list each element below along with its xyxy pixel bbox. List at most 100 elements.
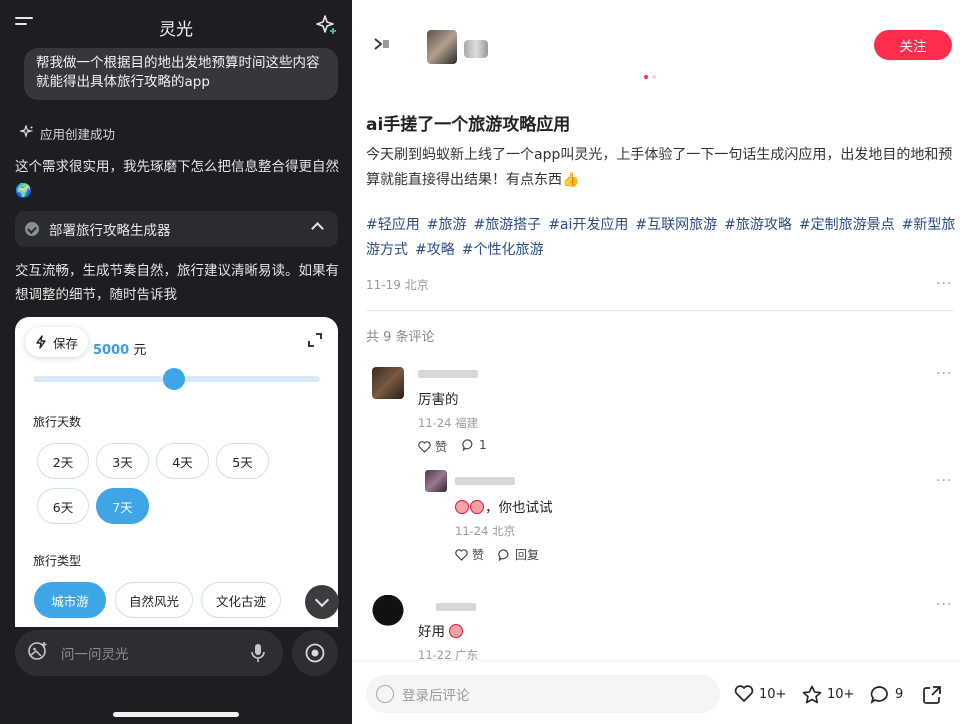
reply-label: 回复 (515, 548, 540, 562)
magic-image-icon[interactable] (27, 640, 49, 666)
deploy-step-card[interactable]: 部署旅行攻略生成器 (15, 211, 338, 247)
tag-link[interactable]: #旅游搭子 (473, 217, 541, 233)
comment-avatar[interactable] (372, 367, 404, 399)
reply-author-blurred[interactable] (455, 477, 515, 485)
budget-amount: 5000 (93, 343, 130, 358)
comment-reply-button[interactable]: 1 (462, 438, 487, 452)
comment-more-icon[interactable]: ··· (936, 366, 952, 382)
day-chip-5[interactable]: 5天 (216, 443, 269, 479)
post-title: ai手搓了一个旅游攻略应用 (366, 115, 571, 135)
save-label: 保存 (53, 335, 79, 351)
like-label: 赞 (435, 440, 448, 454)
budget-unit: 元 (129, 343, 147, 358)
microphone-icon[interactable] (251, 642, 265, 664)
reply-more-icon[interactable]: ··· (936, 473, 952, 489)
share-icon (923, 686, 941, 704)
creation-status: 应用创建成功 (18, 124, 116, 143)
post-more-icon[interactable]: ··· (936, 276, 952, 292)
comment-text: 厉害的 (418, 392, 459, 408)
tag-link[interactable]: #旅游 (427, 217, 467, 233)
creation-status-text: 应用创建成功 (40, 127, 116, 142)
like-count: 10+ (759, 686, 787, 702)
budget-value: 5000 元 (93, 339, 146, 358)
reply-count: 1 (479, 438, 487, 452)
comment-author-blurred[interactable] (418, 370, 478, 378)
lingguang-app-panel: 灵光 帮我做一个根据目的地出发地预算时间这些内容就能得出具体旅行攻略的app 应… (0, 0, 352, 724)
comments-button[interactable]: 9 (870, 685, 903, 704)
divider (366, 310, 954, 311)
lightning-icon (36, 335, 46, 349)
days-section-label: 旅行天数 (33, 415, 82, 429)
type-chip-nature[interactable]: 自然风光 (115, 582, 193, 618)
reply-reply-button[interactable]: 回复 (498, 546, 539, 563)
user-icon (376, 685, 394, 703)
ask-input-placeholder: 问一问灵光 (61, 647, 129, 663)
reply-like-button[interactable]: 赞 (455, 546, 484, 563)
tag-link[interactable]: #轻应用 (366, 217, 420, 233)
carousel-dot-active (644, 75, 648, 79)
comment-meta: 11-24 福建 (418, 416, 479, 430)
post-tags: #轻应用 #旅游 #旅游搭子 #ai开发应用 #互联网旅游 #旅游攻略 #定制旅游景点 #新型… (366, 213, 958, 263)
emoji-icon (449, 624, 464, 638)
comment-bubble-icon (870, 686, 888, 704)
tag-link[interactable]: #互联网旅游 (635, 217, 717, 233)
comment-text-content: 好用 (418, 624, 445, 640)
chevron-up-icon[interactable] (311, 222, 324, 235)
home-indicator (113, 712, 239, 717)
tag-link[interactable]: #旅游攻略 (724, 217, 792, 233)
comment-avatar[interactable] (372, 595, 404, 633)
day-chip-2[interactable]: 2天 (37, 443, 89, 479)
tag-link[interactable]: #攻略 (415, 242, 455, 258)
comment-text: 好用 (418, 620, 464, 640)
emoji-icon (470, 500, 484, 514)
author-name-blurred[interactable] (464, 40, 488, 58)
ask-input-bar[interactable]: 问一问灵光 (15, 630, 283, 676)
comment-author-blurred[interactable] (436, 603, 476, 611)
app-title: 灵光 (159, 20, 193, 40)
preview-eye-button[interactable] (292, 630, 338, 676)
like-post-button[interactable]: 10+ (734, 685, 786, 703)
post-date-location: 11-19 北京 (366, 278, 429, 292)
comment-bubble-icon (462, 439, 473, 451)
author-avatar[interactable] (427, 30, 457, 64)
tag-link[interactable]: #ai开发应用 (548, 217, 628, 233)
reply-meta: 11-24 北京 (455, 524, 516, 538)
star-post-button[interactable]: 10+ (802, 685, 854, 704)
top-bar: 灵光 (0, 0, 352, 50)
comment-count: 共 9 条评论 (366, 330, 435, 345)
star-icon (802, 685, 822, 704)
tag-link[interactable]: #定制旅游景点 (799, 217, 895, 233)
day-chip-4[interactable]: 4天 (156, 443, 209, 479)
budget-slider-thumb[interactable] (162, 368, 185, 390)
expand-icon[interactable] (306, 331, 324, 349)
heart-icon (418, 440, 431, 453)
new-chat-sparkle-icon[interactable] (316, 14, 338, 36)
share-button[interactable] (922, 685, 942, 705)
day-chip-6[interactable]: 6天 (37, 488, 89, 524)
save-button[interactable]: 保存 (25, 327, 89, 357)
heart-icon (455, 548, 468, 561)
eye-icon (305, 643, 325, 663)
sparkle-status-icon (18, 124, 34, 142)
close-icon[interactable] (372, 35, 390, 58)
app-preview-card: 保存 5000 元 旅行天数 2天 3天 4天 5天 6天 7天 旅行类型 城市… (15, 317, 338, 627)
reply-avatar[interactable] (425, 470, 447, 492)
comment-more-icon[interactable]: ··· (936, 597, 952, 613)
comment-input[interactable]: 登录后评论 (366, 675, 720, 713)
type-chip-city-selected[interactable]: 城市游 (34, 582, 106, 618)
comment-input-placeholder: 登录后评论 (402, 688, 470, 704)
scroll-down-button[interactable] (305, 585, 339, 619)
tag-link[interactable]: #个性化旅游 (462, 242, 544, 258)
day-chip-3[interactable]: 3天 (96, 443, 149, 479)
heart-icon (734, 685, 754, 703)
type-chip-culture[interactable]: 文化古迹 (201, 582, 281, 618)
follow-button[interactable]: 关注 (874, 30, 952, 60)
day-chip-7-selected[interactable]: 7天 (96, 488, 149, 524)
bottom-action-bar: 登录后评论 10+ 10+ 9 (352, 660, 960, 724)
reply-text-content: ，你也试试 (485, 500, 553, 516)
star-count: 10+ (827, 687, 855, 702)
type-section-label: 旅行类型 (33, 554, 82, 568)
post-body: 今天刷到蚂蚁新上线了一个app叫灵光，上手体验了一下一句话生成闪应用，出发地目的… (366, 147, 953, 188)
comment-like-button[interactable]: 赞 (418, 438, 447, 455)
check-circle-icon (25, 222, 39, 236)
